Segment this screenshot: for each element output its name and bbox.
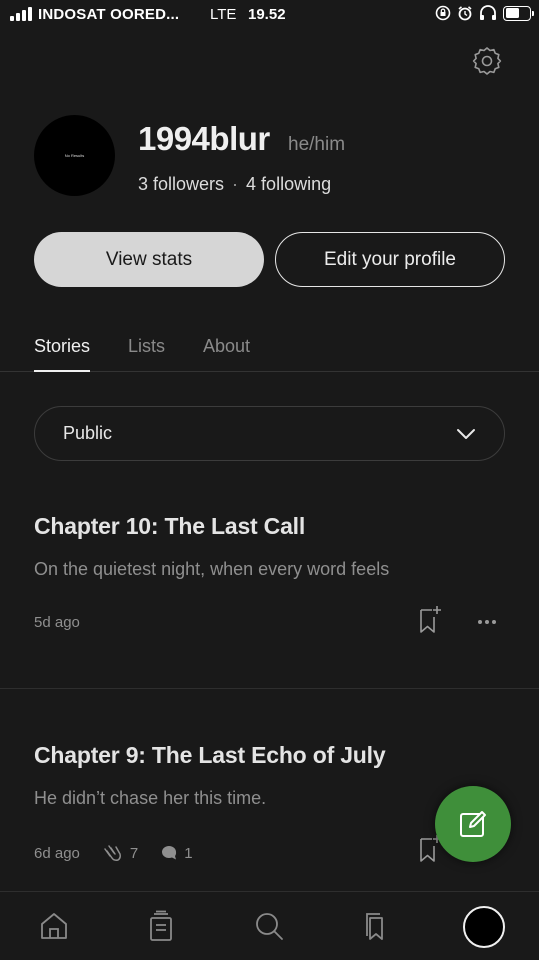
visibility-filter-dropdown[interactable]: Public bbox=[34, 406, 505, 461]
following-link[interactable]: 4 following bbox=[246, 174, 331, 195]
nav-home[interactable] bbox=[34, 906, 74, 946]
gear-icon bbox=[472, 47, 502, 75]
story-meta: 6d ago 7 1 bbox=[34, 843, 193, 863]
search-icon bbox=[256, 913, 283, 940]
write-story-button[interactable] bbox=[435, 786, 511, 862]
nav-search[interactable] bbox=[249, 906, 289, 946]
nav-profile[interactable] bbox=[462, 905, 506, 949]
status-bar: INDOSAT OORED... LTE 19.52 bbox=[0, 0, 539, 30]
profile-avatar[interactable]: No Results bbox=[34, 115, 115, 196]
story-meta: 5d ago bbox=[34, 614, 80, 631]
clock: 19.52 bbox=[248, 6, 286, 23]
nav-library[interactable] bbox=[141, 906, 181, 946]
bottom-navigation bbox=[0, 891, 539, 960]
alarm-icon bbox=[458, 6, 472, 21]
story-time: 5d ago bbox=[34, 614, 80, 631]
story-title[interactable]: Chapter 9: The Last Echo of July bbox=[34, 742, 386, 769]
network-type: LTE bbox=[210, 6, 237, 23]
profile-avatar-small bbox=[463, 906, 505, 948]
status-icons bbox=[435, 5, 534, 21]
tab-stories[interactable]: Stories bbox=[34, 336, 91, 372]
avatar-text: No Results bbox=[64, 153, 85, 158]
bookmark-button[interactable] bbox=[415, 604, 445, 634]
battery-icon bbox=[503, 5, 534, 21]
response-count: 1 bbox=[184, 844, 193, 862]
follow-stats: 3 followers · 4 following bbox=[138, 174, 331, 195]
story-title[interactable]: Chapter 10: The Last Call bbox=[34, 513, 305, 540]
clap-count: 7 bbox=[129, 844, 139, 862]
home-icon bbox=[41, 913, 67, 939]
signal-icon bbox=[10, 7, 32, 21]
bookmarks-icon bbox=[366, 913, 383, 940]
edit-profile-button[interactable]: Edit your profile bbox=[275, 232, 505, 287]
followers-link[interactable]: 3 followers bbox=[138, 174, 224, 195]
story-excerpt: On the quietest night, when every word f… bbox=[34, 559, 390, 579]
more-horizontal-icon bbox=[478, 620, 482, 624]
library-icon bbox=[150, 910, 172, 941]
comment-icon bbox=[162, 846, 177, 860]
filter-selected-value: Public bbox=[63, 423, 113, 443]
clap-icon bbox=[104, 845, 121, 861]
profile-username: 1994blur bbox=[138, 120, 270, 157]
write-icon bbox=[460, 811, 486, 837]
bookmark-add-icon bbox=[420, 606, 441, 633]
nav-bookmarks[interactable] bbox=[356, 906, 396, 946]
more-options-button[interactable] bbox=[472, 612, 502, 632]
carrier-name: INDOSAT OORED... bbox=[38, 6, 180, 23]
story-divider bbox=[0, 688, 539, 689]
tab-about[interactable]: About bbox=[203, 336, 250, 372]
story-excerpt: He didn’t chase her this time. bbox=[34, 788, 267, 808]
chevron-down-icon bbox=[457, 428, 475, 439]
settings-button[interactable] bbox=[470, 44, 504, 78]
view-stats-button[interactable]: View stats bbox=[34, 232, 264, 287]
tab-lists[interactable]: Lists bbox=[128, 336, 165, 372]
separator-dot: · bbox=[232, 174, 239, 194]
profile-tabs: Stories Lists About bbox=[0, 330, 539, 372]
rotation-lock-icon bbox=[435, 5, 451, 21]
story-time: 6d ago bbox=[34, 844, 80, 862]
profile-pronouns: he/him bbox=[288, 134, 346, 155]
headphones-icon bbox=[480, 5, 496, 20]
